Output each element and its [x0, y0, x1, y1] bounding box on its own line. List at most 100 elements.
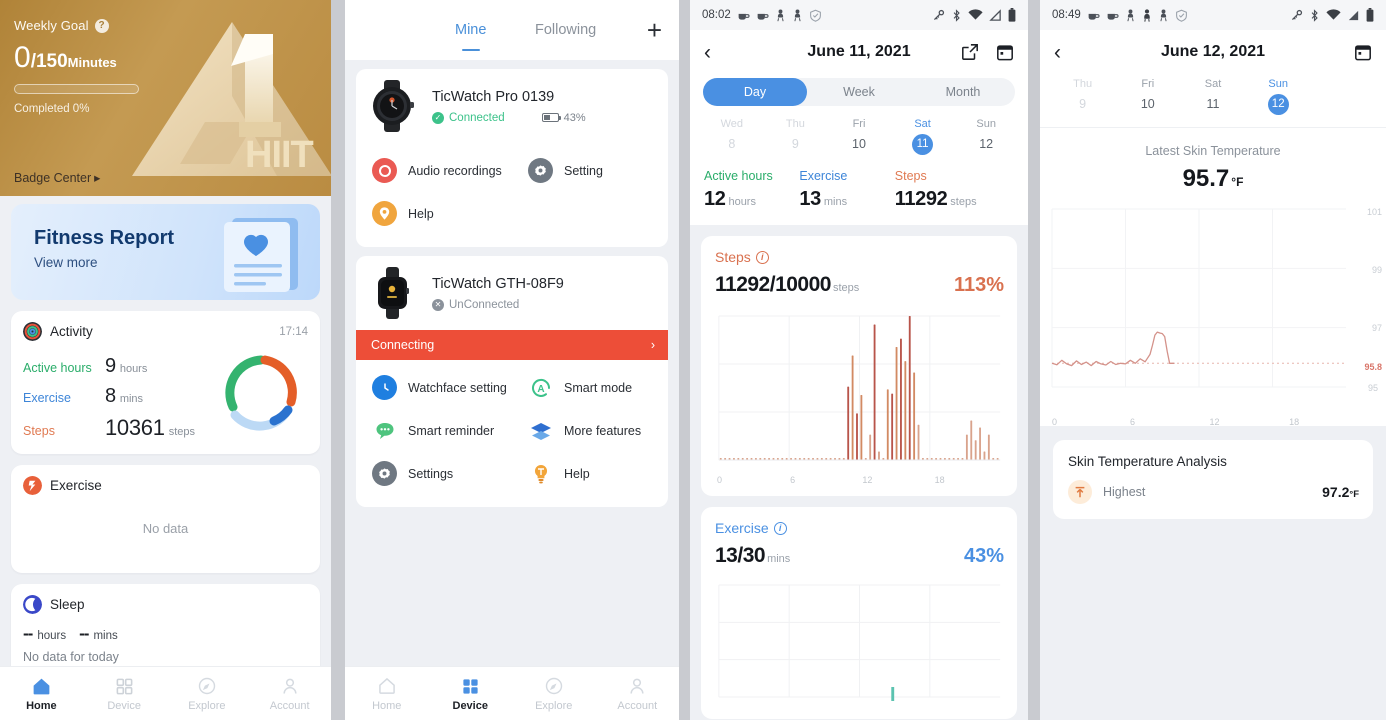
day-item-sun[interactable]: Sun 12 — [954, 118, 1018, 155]
action-setting[interactable]: Setting — [512, 149, 668, 192]
nav-item-explore[interactable]: Explore — [166, 676, 249, 712]
exercise-unit: mins — [119, 393, 144, 405]
exercise-label: Exercise — [23, 391, 71, 405]
day-date: 9 — [791, 137, 799, 151]
badge-center-label: Badge Center — [14, 170, 92, 185]
device-header[interactable]: TicWatch GTH-08F9 ✕ UnConnected — [356, 256, 668, 330]
day-item-fri[interactable]: Fri 10 — [827, 118, 891, 155]
exercise-metric-card[interactable]: Exercise i 13/30 mins 43% — [701, 507, 1017, 719]
x-tick-6: 6 — [790, 475, 796, 485]
weekly-goal-hero: HIIT Weekly Goal ? 0 /150 Minutes Comple… — [0, 0, 331, 196]
screenshot-stage: HIIT Weekly Goal ? 0 /150 Minutes Comple… — [0, 0, 1386, 720]
nav-label-explore: Explore — [535, 699, 573, 712]
day-item-sat[interactable]: Sat 11 — [1180, 78, 1245, 115]
add-device-button[interactable]: + — [647, 17, 662, 43]
action-smart-reminder[interactable]: Smart reminder — [356, 409, 512, 452]
action-help[interactable]: Help — [512, 452, 668, 495]
action-smart-mode[interactable]: A Smart mode — [512, 366, 668, 409]
segment-week[interactable]: Week — [807, 78, 911, 106]
tab-mine[interactable]: Mine — [451, 22, 490, 38]
calendar-icon[interactable] — [1354, 43, 1372, 61]
question-icon[interactable]: ? — [94, 18, 109, 33]
activity-progress-ring — [225, 355, 297, 431]
page-title: June 12, 2021 — [1160, 43, 1266, 60]
connecting-banner[interactable]: Connecting › — [356, 330, 668, 360]
person-icon — [1127, 8, 1134, 21]
segment-day[interactable]: Day — [703, 78, 807, 106]
bluetooth-icon — [1311, 8, 1318, 22]
status-time: 08:49 — [1052, 9, 1081, 21]
active-hours-value: 9 — [105, 355, 116, 377]
nav-item-home[interactable]: Home — [0, 676, 83, 712]
action-label: Settings — [408, 466, 454, 481]
summary-row: Active hours 12 hours Exercise 13 mins Ste… — [690, 164, 1028, 225]
action-label: Audio recordings — [408, 163, 502, 178]
calendar-icon[interactable] — [996, 43, 1014, 61]
latest-temp-value: 95.7 — [1182, 165, 1230, 192]
action-settings[interactable]: Settings — [356, 452, 512, 495]
coffee-icon — [1088, 13, 1100, 20]
exercise-value: 8 — [105, 385, 116, 407]
action-more-features[interactable]: More features — [512, 409, 668, 452]
chevron-right-icon: ▸ — [94, 171, 101, 185]
svg-text:HIIT: HIIT — [245, 134, 314, 176]
key-icon — [933, 9, 945, 20]
skin-temperature-analysis-card[interactable]: Skin Temperature Analysis Highest 97.2°F — [1053, 440, 1373, 519]
action-watchface-setting[interactable]: Watchface setting — [356, 366, 512, 409]
nav-label-home: Home — [26, 699, 57, 712]
day-item-thu[interactable]: Thu 9 — [764, 118, 828, 155]
device-header[interactable]: TicWatch Pro 0139 ✓ Connected 43% — [356, 69, 668, 143]
person-icon — [1144, 8, 1150, 22]
device-name: TicWatch Pro 0139 — [432, 88, 555, 105]
chevron-left-icon[interactable]: ‹ — [1054, 42, 1061, 63]
exercise-card[interactable]: Exercise No data — [11, 465, 320, 573]
segment-month[interactable]: Month — [911, 78, 1015, 106]
day-item-wed[interactable]: Wed 8 — [700, 118, 764, 155]
bulb-icon — [528, 461, 553, 486]
steps-bar-chart: 0 6 12 18 — [715, 310, 1004, 485]
coffee-icon — [1107, 13, 1119, 20]
nav-item-home[interactable]: Home — [345, 676, 429, 712]
nav-item-account[interactable]: Account — [596, 676, 680, 712]
activity-card[interactable]: Activity 17:14 Active hours 9 hours Exer… — [11, 311, 320, 454]
day-item-thu[interactable]: Thu 9 — [1050, 78, 1115, 115]
day-item-fri[interactable]: Fri 10 — [1115, 78, 1180, 115]
action-audio-recordings[interactable]: Audio recordings — [356, 149, 512, 192]
bottom-navigation: Home Device Explore Account — [345, 666, 679, 720]
action-label: Smart mode — [564, 380, 633, 395]
nav-item-explore[interactable]: Explore — [512, 676, 596, 712]
day-item-sat[interactable]: Sat 11 — [891, 118, 955, 155]
nav-item-device[interactable]: Device — [429, 676, 513, 712]
completed-label: Completed 0% — [14, 103, 90, 115]
summary-label: Steps — [894, 169, 927, 183]
info-icon[interactable]: i — [773, 521, 787, 535]
nav-item-device[interactable]: Device — [83, 676, 166, 712]
day-date: 11 — [1206, 97, 1220, 111]
action-label: Help — [408, 206, 434, 221]
analysis-row-unit: °F — [1349, 489, 1359, 500]
person-icon — [1160, 8, 1167, 21]
steps-metric-card[interactable]: Steps i 11292/10000 steps 113% 0 6 12 18 — [701, 236, 1017, 496]
y-tick-97: 97 — [1371, 323, 1382, 333]
nav-item-account[interactable]: Account — [248, 676, 331, 712]
clock-icon — [372, 375, 397, 400]
info-icon[interactable]: i — [755, 250, 769, 264]
summary-unit: hours — [728, 196, 756, 208]
badge-center-link[interactable]: Badge Center ▸ — [14, 170, 101, 186]
action-help[interactable]: Help — [356, 192, 512, 235]
day-item-sun[interactable]: Sun 12 — [1246, 78, 1311, 115]
record-circle-icon — [372, 158, 397, 183]
activity-row: Steps 10361 steps — [23, 415, 218, 441]
app-header: ‹ June 12, 2021 — [1040, 30, 1386, 74]
share-icon[interactable] — [961, 43, 979, 61]
analysis-row-value: 97.2 — [1322, 484, 1350, 500]
grid-icon — [114, 676, 135, 697]
panel-gap — [1028, 0, 1040, 720]
chevron-left-icon[interactable]: ‹ — [704, 42, 711, 63]
day-name: Sat — [914, 118, 931, 130]
tab-following[interactable]: Following — [531, 22, 600, 38]
fitness-report-card[interactable]: Fitness Report View more — [11, 204, 320, 300]
activity-rings-icon — [23, 322, 42, 341]
day-strip: Wed 8 Thu 9 Fri 10 Sat 11 Sun 12 — [690, 114, 1028, 164]
home-icon — [31, 676, 52, 697]
